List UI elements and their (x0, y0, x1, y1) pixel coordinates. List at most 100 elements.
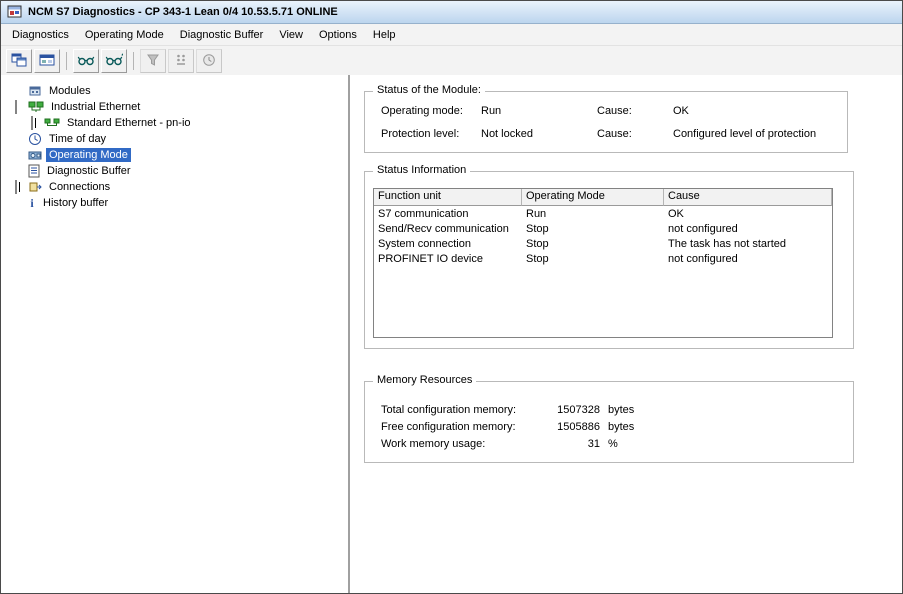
client-area: Modules Industrial Ethernet Standard Eth… (1, 75, 902, 593)
interrupts-icon (175, 53, 187, 70)
tree-item-label: Standard Ethernet - pn-io (64, 116, 194, 130)
cell-cause: not configured (664, 223, 832, 235)
cell-function-unit: Send/Recv communication (374, 223, 522, 235)
protection-level-label: Protection level: (381, 128, 459, 140)
glasses-button[interactable] (73, 49, 99, 73)
tree-item-label: Connections (46, 180, 113, 194)
filter-icon (146, 53, 160, 70)
tree-item-label: Operating Mode (46, 148, 131, 162)
cell-cause: The task has not started (664, 238, 832, 250)
column-header-cause[interactable]: Cause (664, 189, 832, 206)
detail-pane: Status of the Module: Operating mode: Ru… (350, 75, 902, 593)
history-buffer-icon: i (28, 196, 36, 210)
module-status-group: Status of the Module: Operating mode: Ru… (364, 91, 848, 153)
cell-operating-mode: Stop (522, 223, 664, 235)
collapse-icon[interactable] (15, 100, 17, 114)
total-config-memory-value: 1507328 (525, 404, 600, 416)
ethernet-subnet-icon (44, 116, 60, 130)
protection-level-value: Not locked (481, 128, 533, 140)
table-row[interactable]: System connection Stop The task has not … (374, 236, 832, 251)
tree-item-time-of-day[interactable]: Time of day (1, 131, 348, 147)
table-row[interactable]: Send/Recv communication Stop not configu… (374, 221, 832, 236)
diagnostics-tree: Modules Industrial Ethernet Standard Eth… (1, 75, 350, 593)
group-title: Memory Resources (373, 374, 476, 386)
cell-operating-mode: Run (522, 208, 664, 220)
free-config-memory-label: Free configuration memory: (381, 421, 516, 433)
operating-mode-icon (28, 148, 42, 162)
tree-item-diagnostic-buffer[interactable]: Diagnostic Buffer (1, 163, 348, 179)
memory-resources-group: Memory Resources Total configuration mem… (364, 381, 854, 463)
tree-item-history-buffer[interactable]: i History buffer (1, 195, 348, 211)
modules-icon (28, 84, 42, 98)
expand-icon[interactable] (31, 116, 33, 130)
clock-icon (202, 53, 216, 70)
online-window-button[interactable] (34, 49, 60, 73)
diagnostic-buffer-icon (28, 164, 40, 178)
tree-item-label: Modules (46, 84, 94, 98)
cell-operating-mode: Stop (522, 253, 664, 265)
cause-label: Cause: (597, 105, 632, 117)
tree-item-standard-ethernet[interactable]: Standard Ethernet - pn-io (1, 115, 348, 131)
menu-diagnostic-buffer[interactable]: Diagnostic Buffer (172, 24, 272, 45)
menu-bar: Diagnostics Operating Mode Diagnostic Bu… (1, 24, 902, 46)
work-memory-usage-unit: % (608, 438, 618, 450)
cell-function-unit: S7 communication (374, 208, 522, 220)
toolbar (1, 46, 902, 77)
total-config-memory-label: Total configuration memory: (381, 404, 516, 416)
expand-icon[interactable] (15, 180, 17, 194)
tree-item-label: Diagnostic Buffer (44, 164, 134, 178)
connections-icon (28, 180, 42, 194)
operating-mode-value: Run (481, 105, 501, 117)
tree-item-operating-mode[interactable]: Operating Mode (1, 147, 348, 163)
group-title: Status Information (373, 164, 470, 176)
column-header-function-unit[interactable]: Function unit (374, 189, 522, 206)
industrial-ethernet-icon (28, 100, 44, 114)
clock-icon (28, 132, 42, 146)
table-row[interactable]: PROFINET IO device Stop not configured (374, 251, 832, 266)
interrupts-button (168, 49, 194, 73)
menu-diagnostics[interactable]: Diagnostics (4, 24, 77, 45)
table-header: Function unit Operating Mode Cause (374, 189, 832, 206)
toolbar-separator (66, 52, 67, 70)
online-window-icon (39, 53, 55, 70)
cause-value: OK (673, 105, 689, 117)
filter-button (140, 49, 166, 73)
total-config-memory-unit: bytes (608, 404, 634, 416)
group-title: Status of the Module: (373, 84, 485, 96)
tree-item-label: History buffer (40, 196, 111, 210)
cascade-windows-button[interactable] (6, 49, 32, 73)
title-bar[interactable]: NCM S7 Diagnostics - CP 343-1 Lean 0/4 1… (1, 1, 902, 24)
menu-help[interactable]: Help (365, 24, 404, 45)
table-row[interactable]: S7 communication Run OK (374, 206, 832, 221)
cell-cause: OK (664, 208, 832, 220)
tree-item-industrial-ethernet[interactable]: Industrial Ethernet (1, 99, 348, 115)
clock-button (196, 49, 222, 73)
tree-item-modules[interactable]: Modules (1, 83, 348, 99)
cell-operating-mode: Stop (522, 238, 664, 250)
tree-item-label: Time of day (46, 132, 109, 146)
cell-function-unit: System connection (374, 238, 522, 250)
operating-mode-label: Operating mode: (381, 105, 463, 117)
status-information-group: Status Information Function unit Operati… (364, 171, 854, 349)
svg-text:i: i (30, 196, 34, 210)
work-memory-usage-label: Work memory usage: (381, 438, 485, 450)
window-title: NCM S7 Diagnostics - CP 343-1 Lean 0/4 1… (28, 6, 338, 18)
glasses-online-button[interactable] (101, 49, 127, 73)
cascade-windows-icon (11, 53, 27, 70)
work-memory-usage-value: 31 (525, 438, 600, 450)
toolbar-separator (133, 52, 134, 70)
tree-item-connections[interactable]: Connections (1, 179, 348, 195)
menu-operating-mode[interactable]: Operating Mode (77, 24, 172, 45)
cell-cause: not configured (664, 253, 832, 265)
status-information-table: Function unit Operating Mode Cause S7 co… (373, 188, 833, 338)
app-window: NCM S7 Diagnostics - CP 343-1 Lean 0/4 1… (0, 0, 903, 594)
cause-label: Cause: (597, 128, 632, 140)
glasses-icon (77, 53, 95, 70)
column-header-operating-mode[interactable]: Operating Mode (522, 189, 664, 206)
app-icon (7, 4, 23, 20)
cell-function-unit: PROFINET IO device (374, 253, 522, 265)
menu-options[interactable]: Options (311, 24, 365, 45)
cause-value: Configured level of protection (673, 128, 816, 140)
menu-view[interactable]: View (271, 24, 311, 45)
free-config-memory-value: 1505886 (525, 421, 600, 433)
